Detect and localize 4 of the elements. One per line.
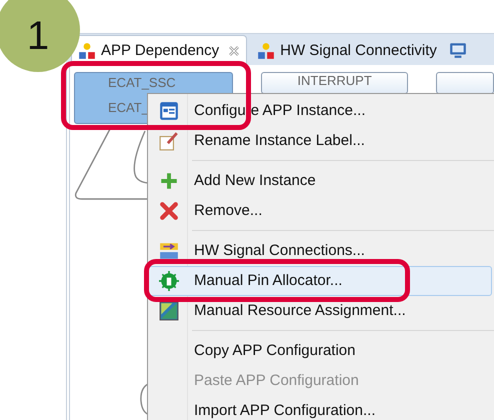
- node-label: ECAT_: [108, 100, 149, 115]
- node-label: ECAT_SSC: [108, 75, 176, 90]
- step-badge: 1: [0, 0, 80, 72]
- node-label: INTERRUPT: [297, 73, 372, 88]
